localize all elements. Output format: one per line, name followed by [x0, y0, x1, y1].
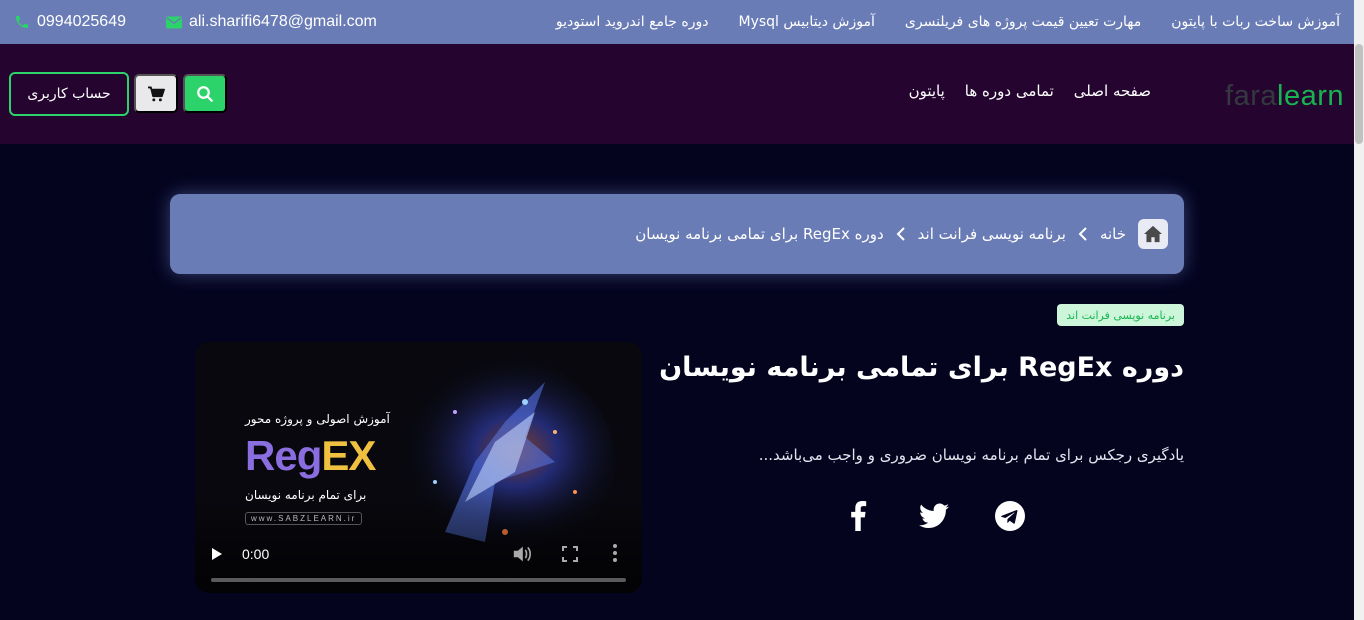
email-address: ali.sharifi6478@gmail.com	[189, 13, 377, 30]
course-title: دوره RegEx برای تمامی برنامه نویسان	[659, 352, 1184, 383]
main-nav: صفحه اصلی تمامی دوره ها پایتون	[909, 82, 1151, 100]
breadcrumb-item-current: دوره RegEx برای تمامی برنامه نویسان	[635, 225, 884, 243]
page-scrollbar[interactable]	[1354, 0, 1364, 620]
cart-button[interactable]	[134, 74, 178, 113]
phone-contact[interactable]: 0994025649	[14, 0, 126, 44]
toplink-android-studio[interactable]: دوره جامع اندروید استودیو	[556, 14, 709, 30]
phone-icon	[16, 16, 28, 28]
nav-home[interactable]: صفحه اصلی	[1074, 82, 1151, 100]
chevron-left-icon	[1078, 227, 1087, 241]
chevron-left-icon	[896, 227, 905, 241]
facebook-icon	[851, 501, 867, 531]
course-description: یادگیری رجکس برای تمام برنامه نویسان ضرو…	[758, 446, 1184, 464]
site-logo[interactable]: faralearn	[1225, 80, 1344, 113]
breadcrumb-home-button[interactable]	[1138, 219, 1168, 249]
video-promo-logo: RegEX	[245, 432, 376, 479]
search-icon	[197, 85, 213, 102]
video-promo-site: www.SABZLEARN.ir	[245, 512, 363, 525]
top-bar: 0994025649 ali.sharifi6478@gmail.com آمو…	[0, 0, 1354, 44]
account-button[interactable]: حساب کاربری	[9, 72, 129, 116]
fullscreen-icon[interactable]	[562, 546, 578, 562]
telegram-icon	[995, 501, 1025, 531]
video-progress-bar[interactable]	[211, 578, 626, 582]
search-button[interactable]	[183, 74, 227, 113]
twitter-icon	[919, 503, 949, 528]
toplink-mysql[interactable]: آموزش دیتابیس Mysql	[739, 14, 875, 30]
video-controls: 0:00	[195, 533, 642, 593]
social-share	[838, 498, 1030, 534]
toplink-freelance-pricing[interactable]: مهارت تعیین قیمت پروژه های فریلنسری	[905, 14, 1141, 30]
scrollbar-thumb[interactable]	[1355, 44, 1363, 144]
video-promo-tagline: آموزش اصولی و پروژه محور	[245, 412, 390, 426]
breadcrumb-item-home[interactable]: خانه	[1100, 225, 1126, 243]
cart-icon	[148, 86, 165, 101]
toplink-python-bot[interactable]: آموزش ساخت ربات با پایتون	[1171, 14, 1340, 30]
more-options-icon[interactable]	[613, 544, 617, 562]
breadcrumb: خانه برنامه نویسی فرانت اند دوره RegEx ب…	[170, 194, 1184, 274]
breadcrumb-item-category[interactable]: برنامه نویسی فرانت اند	[918, 225, 1066, 243]
telegram-share-link[interactable]	[990, 498, 1030, 534]
video-time: 0:00	[242, 546, 270, 562]
volume-icon[interactable]	[512, 545, 532, 563]
top-links: آموزش ساخت ربات با پایتون مهارت تعیین قی…	[556, 0, 1340, 44]
nav-python[interactable]: پایتون	[909, 82, 945, 100]
category-badge[interactable]: برنامه نویسی فرانت اند	[1057, 304, 1184, 326]
video-promo-subtitle: برای تمام برنامه نویسان	[245, 488, 367, 502]
play-icon[interactable]	[211, 547, 223, 561]
twitter-share-link[interactable]	[914, 498, 954, 534]
course-video-player[interactable]: آموزش اصولی و پروژه محور RegEX برای تمام…	[195, 342, 642, 593]
home-icon	[1144, 225, 1162, 243]
nav-all-courses[interactable]: تمامی دوره ها	[965, 82, 1054, 100]
main-header: faralearn صفحه اصلی تمامی دوره ها پایتون…	[0, 44, 1354, 144]
facebook-share-link[interactable]	[838, 498, 878, 534]
phone-number: 0994025649	[37, 13, 126, 30]
email-contact[interactable]: ali.sharifi6478@gmail.com	[166, 0, 377, 44]
envelope-icon	[166, 16, 182, 28]
